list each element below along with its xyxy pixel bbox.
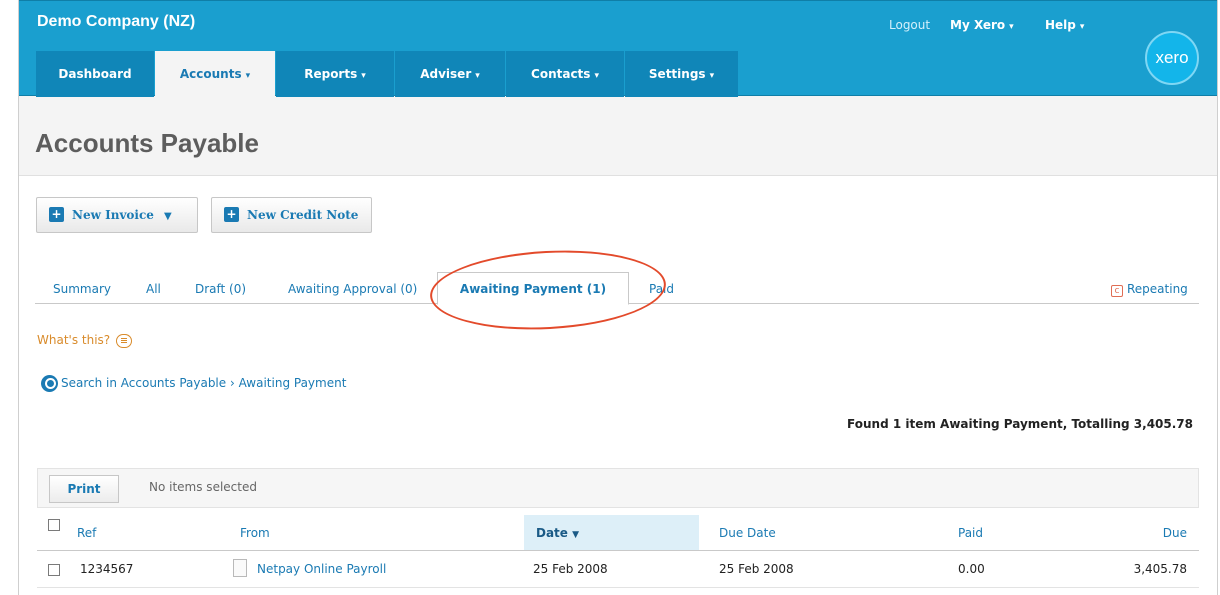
repeating-label: Repeating <box>1127 282 1188 296</box>
plus-icon: + <box>49 207 64 222</box>
cell-ref: 1234567 <box>80 562 134 576</box>
nav-label: Reports <box>304 67 358 81</box>
search-link[interactable]: Search in Accounts Payable › Awaiting Pa… <box>41 375 346 392</box>
sort-desc-icon: ▼ <box>572 530 580 540</box>
top-header: Demo Company (NZ) Logout My Xero ▾ Help ▾ … <box>19 0 1217 97</box>
tab-summary[interactable]: Summary <box>53 282 111 296</box>
nav-label: Adviser <box>420 67 472 81</box>
app-frame: Demo Company (NZ) Logout My Xero ▾ Help ▾ … <box>18 0 1218 595</box>
cell-paid: 0.00 <box>958 562 985 576</box>
column-due[interactable]: Due <box>1163 526 1187 540</box>
document-icon <box>233 559 247 577</box>
tab-paid[interactable]: Paid <box>649 282 674 296</box>
tab-draft[interactable]: Draft (0) <box>195 282 246 296</box>
table-header: Ref From Date ▼ Due Date Paid Due <box>37 515 1199 551</box>
my-xero-label: My Xero <box>950 18 1006 32</box>
column-ref[interactable]: Ref <box>77 526 96 540</box>
new-credit-note-button[interactable]: + New Credit Note <box>211 197 372 233</box>
table-row[interactable]: 1234567 Netpay Online Payroll 25 Feb 200… <box>37 551 1199 588</box>
main-nav: Dashboard Accounts ▾ Reports ▾ Adviser ▾ Co… <box>36 51 739 97</box>
found-summary: Found 1 item Awaiting Payment, Totalling… <box>847 417 1193 431</box>
column-date-label: Date <box>536 526 568 540</box>
my-xero-menu[interactable]: My Xero ▾ <box>950 18 1014 32</box>
cell-date: 25 Feb 2008 <box>533 562 608 576</box>
table-toolbar: Print No items selected <box>37 468 1199 508</box>
nav-settings[interactable]: Settings ▾ <box>625 51 738 97</box>
selection-status: No items selected <box>149 480 257 494</box>
chevron-down-icon: ▾ <box>1079 22 1085 32</box>
status-tabs: Summary All Draft (0) Awaiting Approval … <box>35 270 1199 305</box>
chevron-down-icon: ▾ <box>594 71 599 81</box>
nav-label: Settings <box>648 67 706 81</box>
cell-due: 3,405.78 <box>1133 562 1187 576</box>
whats-this-link[interactable]: What's this? <box>37 333 133 348</box>
nav-dashboard[interactable]: Dashboard <box>36 51 154 97</box>
nav-label: Dashboard <box>58 67 132 81</box>
repeating-link[interactable]: c Repeating <box>1111 282 1188 297</box>
company-name[interactable]: Demo Company (NZ) <box>37 13 195 31</box>
nav-reports[interactable]: Reports ▾ <box>276 51 394 97</box>
column-from[interactable]: From <box>240 526 270 540</box>
tab-all[interactable]: All <box>146 282 161 296</box>
nav-adviser[interactable]: Adviser ▾ <box>395 51 505 97</box>
new-invoice-button[interactable]: + New Invoice ▼ <box>36 197 198 233</box>
logout-link[interactable]: Logout <box>889 18 930 32</box>
select-all-checkbox[interactable] <box>48 519 60 531</box>
tab-awaiting-approval[interactable]: Awaiting Approval (0) <box>288 282 417 296</box>
nav-contacts[interactable]: Contacts ▾ <box>506 51 624 97</box>
help-menu[interactable]: Help ▾ <box>1045 18 1084 32</box>
new-invoice-label: New Invoice <box>72 208 154 222</box>
plus-icon: + <box>224 207 239 222</box>
nav-label: Contacts <box>531 67 591 81</box>
print-button[interactable]: Print <box>49 475 119 503</box>
column-due-date[interactable]: Due Date <box>719 526 776 540</box>
chevron-down-icon: ▾ <box>245 71 251 81</box>
nav-label: Accounts <box>179 67 242 81</box>
row-checkbox[interactable] <box>48 564 60 576</box>
chevron-down-icon: ▾ <box>1009 22 1014 32</box>
nav-accounts[interactable]: Accounts ▾ <box>155 51 275 97</box>
help-label: Help <box>1045 18 1076 32</box>
xero-logo[interactable]: xero <box>1145 31 1199 85</box>
whats-this-label: What's this? <box>37 333 111 347</box>
cell-from-link[interactable]: Netpay Online Payroll <box>257 562 386 576</box>
column-paid[interactable]: Paid <box>958 526 983 540</box>
column-date[interactable]: Date ▼ <box>524 515 699 550</box>
tab-awaiting-payment[interactable]: Awaiting Payment (1) <box>437 272 629 305</box>
new-credit-note-label: New Credit Note <box>247 208 359 222</box>
chevron-down-icon: ▾ <box>709 71 715 81</box>
page-title: Accounts Payable <box>35 128 259 158</box>
search-icon <box>41 375 58 392</box>
chevron-down-icon: ▾ <box>475 71 480 81</box>
repeat-icon: c <box>1111 285 1123 297</box>
cell-due-date: 25 Feb 2008 <box>719 562 794 576</box>
chevron-down-icon[interactable]: ▼ <box>164 211 172 222</box>
chevron-down-icon: ▾ <box>361 71 366 81</box>
speech-bubble-icon <box>116 333 133 348</box>
search-link-label: Search in Accounts Payable › Awaiting Pa… <box>61 376 347 390</box>
